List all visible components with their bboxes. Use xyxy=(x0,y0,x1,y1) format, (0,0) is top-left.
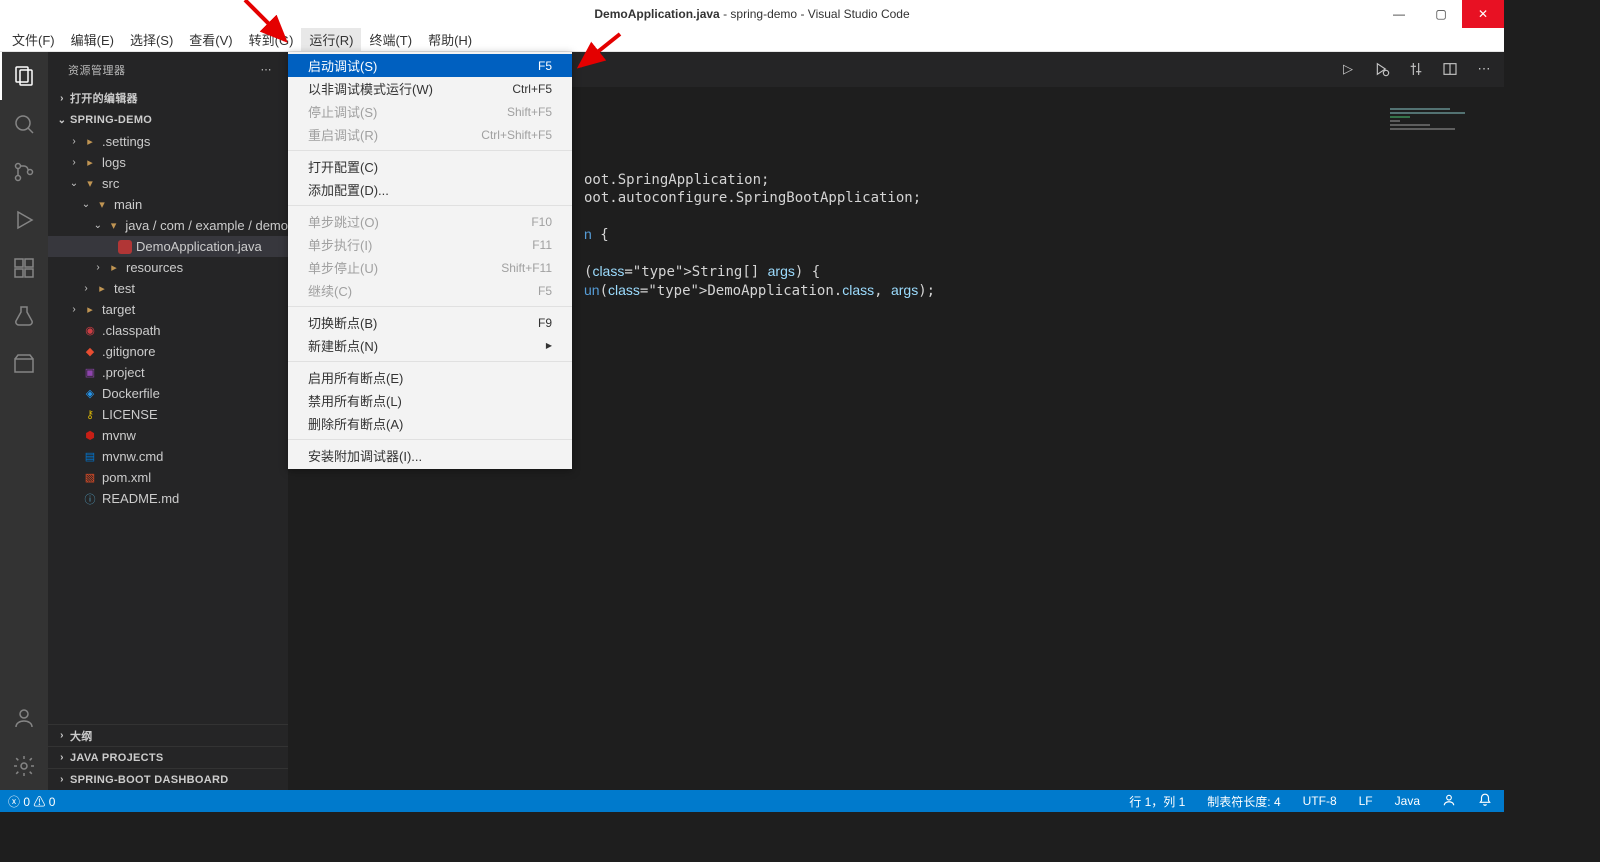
status-bell-icon[interactable] xyxy=(1474,793,1496,810)
tree-file[interactable]: ◈Dockerfile xyxy=(48,383,288,404)
menu-item[interactable]: 切换断点(B)F9 xyxy=(288,311,572,334)
debug-run-icon[interactable] xyxy=(1372,58,1392,80)
activity-bar xyxy=(0,52,48,790)
menu-separator xyxy=(288,205,572,206)
tree-file[interactable]: ▤mvnw.cmd xyxy=(48,446,288,467)
menu-item: 继续(C)F5 xyxy=(288,279,572,302)
menu-item: 单步跳过(O)F10 xyxy=(288,210,572,233)
menu-item[interactable]: 删除所有断点(A) xyxy=(288,412,572,435)
status-indent[interactable]: 制表符长度: 4 xyxy=(1203,793,1284,810)
menu-item: 单步停止(U)Shift+F11 xyxy=(288,256,572,279)
status-errors[interactable]: ⓧ 0 ⚠ 0 xyxy=(8,793,55,810)
minimize-button[interactable]: — xyxy=(1378,0,1420,28)
tree-folder[interactable]: ⌄▾src xyxy=(48,173,288,194)
tree-folder[interactable]: ›▸.settings xyxy=(48,131,288,152)
tree-folder[interactable]: ›▸target xyxy=(48,299,288,320)
file-tree: ›▸.settings›▸logs⌄▾src⌄▾main⌄▾java / com… xyxy=(48,131,288,724)
status-feedback-icon[interactable] xyxy=(1438,793,1460,810)
project-section[interactable]: ⌄SPRING-DEMO xyxy=(48,109,288,131)
status-encoding[interactable]: UTF-8 xyxy=(1299,794,1341,808)
menu-2[interactable]: 选择(S) xyxy=(122,28,181,51)
menu-7[interactable]: 帮助(H) xyxy=(420,28,480,51)
menu-separator xyxy=(288,439,572,440)
tree-folder[interactable]: ›▸logs xyxy=(48,152,288,173)
status-language[interactable]: Java xyxy=(1391,794,1424,808)
tree-folder[interactable]: ⌄▾java / com / example / demo xyxy=(48,215,288,236)
editor-actions: ▷ ⋯ xyxy=(1338,58,1494,80)
menu-3[interactable]: 查看(V) xyxy=(181,28,240,51)
menu-item: 重启调试(R)Ctrl+Shift+F5 xyxy=(288,123,572,146)
explorer-icon[interactable] xyxy=(0,52,48,100)
menu-separator xyxy=(288,150,572,151)
sidebar-title: 资源管理器 ⋯ xyxy=(48,52,288,87)
menu-4[interactable]: 转到(G) xyxy=(241,28,302,51)
tree-folder[interactable]: ›▸resources xyxy=(48,257,288,278)
tree-file[interactable]: ⬢mvnw xyxy=(48,425,288,446)
menu-item[interactable]: 新建断点(N) xyxy=(288,334,572,357)
menu-item: 单步执行(I)F11 xyxy=(288,233,572,256)
menu-separator xyxy=(288,361,572,362)
split-editor-icon[interactable] xyxy=(1440,58,1460,80)
tree-file[interactable]: ▧pom.xml xyxy=(48,467,288,488)
menu-separator xyxy=(288,306,572,307)
settings-icon[interactable] xyxy=(0,742,48,790)
tree-file[interactable]: DemoApplication.java xyxy=(48,236,288,257)
minimap[interactable] xyxy=(1390,108,1490,228)
workbench: 资源管理器 ⋯ ›打开的编辑器 ⌄SPRING-DEMO ›▸.settings… xyxy=(0,52,1504,790)
open-editors-section[interactable]: ›打开的编辑器 xyxy=(48,87,288,109)
account-icon[interactable] xyxy=(0,694,48,742)
run-menu-dropdown: 启动调试(S)F5以非调试模式运行(W)Ctrl+F5停止调试(S)Shift+… xyxy=(288,52,572,469)
menu-5[interactable]: 运行(R) xyxy=(301,28,361,51)
java-projects-section[interactable]: ›JAVA PROJECTS xyxy=(48,746,288,768)
testing-icon[interactable] xyxy=(0,292,48,340)
tree-file[interactable]: ◆.gitignore xyxy=(48,341,288,362)
menu-6[interactable]: 终端(T) xyxy=(361,28,420,51)
tree-file[interactable]: ⓘREADME.md xyxy=(48,488,288,509)
source-control-icon[interactable] xyxy=(0,148,48,196)
search-icon[interactable] xyxy=(0,100,48,148)
tree-file[interactable]: ⚷LICENSE xyxy=(48,404,288,425)
menu-item[interactable]: 打开配置(C) xyxy=(288,155,572,178)
tree-file[interactable]: ◉.classpath xyxy=(48,320,288,341)
statusbar: ⓧ 0 ⚠ 0 行 1，列 1 制表符长度: 4 UTF-8 LF Java xyxy=(0,790,1504,812)
menu-item[interactable]: 以非调试模式运行(W)Ctrl+F5 xyxy=(288,77,572,100)
tree-folder[interactable]: ›▸test xyxy=(48,278,288,299)
window-title: DemoApplication.java - spring-demo - Vis… xyxy=(594,7,909,21)
sidebar: 资源管理器 ⋯ ›打开的编辑器 ⌄SPRING-DEMO ›▸.settings… xyxy=(48,52,288,790)
maximize-button[interactable]: ▢ xyxy=(1420,0,1462,28)
close-button[interactable]: ✕ xyxy=(1462,0,1504,28)
run-icon[interactable]: ▷ xyxy=(1338,58,1358,80)
titlebar: DemoApplication.java - spring-demo - Vis… xyxy=(0,0,1504,28)
tree-folder[interactable]: ⌄▾main xyxy=(48,194,288,215)
more-icon[interactable]: ⋯ xyxy=(261,63,273,76)
sidebar-bottom-panels: ›大纲 ›JAVA PROJECTS ›SPRING-BOOT DASHBOAR… xyxy=(48,724,288,790)
spring-boot-dashboard-section[interactable]: ›SPRING-BOOT DASHBOARD xyxy=(48,768,288,790)
outline-section[interactable]: ›大纲 xyxy=(48,724,288,746)
more-actions-icon[interactable]: ⋯ xyxy=(1474,58,1494,80)
menu-1[interactable]: 编辑(E) xyxy=(63,28,122,51)
window-controls: — ▢ ✕ xyxy=(1378,0,1504,28)
menu-item[interactable]: 安装附加调试器(I)... xyxy=(288,444,572,467)
compare-icon[interactable] xyxy=(1406,58,1426,80)
extensions-icon[interactable] xyxy=(0,244,48,292)
menu-item[interactable]: 添加配置(D)... xyxy=(288,178,572,201)
menu-item[interactable]: 启动调试(S)F5 xyxy=(288,54,572,77)
status-line-col[interactable]: 行 1，列 1 xyxy=(1125,793,1189,810)
java-projects-icon[interactable] xyxy=(0,340,48,388)
run-debug-icon[interactable] xyxy=(0,196,48,244)
menu-item: 停止调试(S)Shift+F5 xyxy=(288,100,572,123)
menu-item[interactable]: 禁用所有断点(L) xyxy=(288,389,572,412)
status-eol[interactable]: LF xyxy=(1355,794,1377,808)
menubar: 文件(F)编辑(E)选择(S)查看(V)转到(G)运行(R)终端(T)帮助(H) xyxy=(0,28,1504,52)
menu-item[interactable]: 启用所有断点(E) xyxy=(288,366,572,389)
menu-0[interactable]: 文件(F) xyxy=(4,28,63,51)
tree-file[interactable]: ▣.project xyxy=(48,362,288,383)
